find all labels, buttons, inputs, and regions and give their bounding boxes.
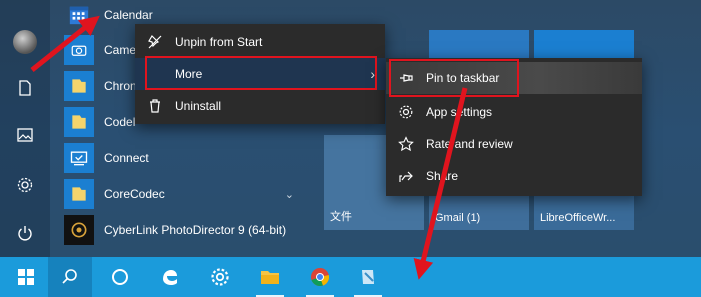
calendar-icon (64, 0, 94, 30)
notepad-icon[interactable] (346, 257, 390, 297)
windows-start-icon[interactable] (4, 257, 48, 297)
app-corecodec-folder[interactable]: CoreCodec ⌄ (64, 177, 300, 211)
menu-item-label: Unpin from Start (175, 35, 263, 49)
photodirector-icon (64, 215, 94, 245)
tile-label: Gmail (1) (435, 212, 481, 224)
app-label: Connect (104, 151, 149, 165)
connect-icon (64, 143, 94, 173)
menu-item-app-settings[interactable]: App settings (386, 96, 642, 128)
trash-icon (135, 98, 175, 114)
menu-item-uninstall[interactable]: Uninstall (135, 90, 385, 122)
app-label: Came (104, 43, 137, 57)
app-connect[interactable]: Connect (64, 141, 300, 175)
menu-item-label: Rate and review (426, 137, 513, 151)
gear-icon (386, 104, 426, 120)
settings-icon[interactable] (198, 257, 242, 297)
file-explorer-icon[interactable] (248, 257, 292, 297)
chevron-down-icon[interactable]: ⌄ (285, 188, 294, 201)
cortana-icon[interactable] (98, 257, 142, 297)
app-label: Chron (104, 79, 137, 93)
folder-icon (64, 71, 94, 101)
menu-item-rate-and-review[interactable]: Rate and review (386, 128, 642, 160)
user-avatar[interactable] (0, 22, 50, 62)
folder-icon (64, 107, 94, 137)
app-label: CoreCodec (104, 187, 165, 201)
app-label: Calendar (104, 8, 153, 22)
folder-icon (64, 179, 94, 209)
tile-label: LibreOfficeWr... (540, 212, 616, 224)
tile-label: 文件 (330, 211, 352, 223)
menu-item-label: Share (426, 169, 459, 183)
unpin-icon (135, 34, 175, 50)
taskbar (0, 257, 701, 297)
star-icon (386, 136, 426, 152)
menu-item-label: Uninstall (175, 99, 222, 113)
edge-icon[interactable] (148, 257, 192, 297)
share-icon (386, 168, 426, 184)
camera-icon (64, 35, 94, 65)
menu-item-share[interactable]: Share (386, 160, 642, 192)
pictures-icon[interactable] (0, 115, 50, 155)
menu-item-unpin-from-start[interactable]: Unpin from Start (135, 26, 385, 58)
search-icon[interactable] (48, 257, 92, 297)
app-label: CyberLink PhotoDirector 9 (64-bit) (104, 223, 287, 237)
menu-item-label: App settings (426, 105, 493, 119)
start-rail (0, 0, 50, 257)
documents-icon[interactable] (0, 68, 50, 108)
highlight-box (389, 59, 519, 97)
highlight-box (145, 56, 377, 90)
power-icon[interactable] (0, 213, 50, 253)
chrome-icon[interactable] (298, 257, 342, 297)
settings-icon[interactable] (0, 165, 50, 205)
app-photodirector[interactable]: CyberLink PhotoDirector 9 (64-bit) (64, 213, 300, 247)
app-label: Codel (104, 115, 136, 129)
